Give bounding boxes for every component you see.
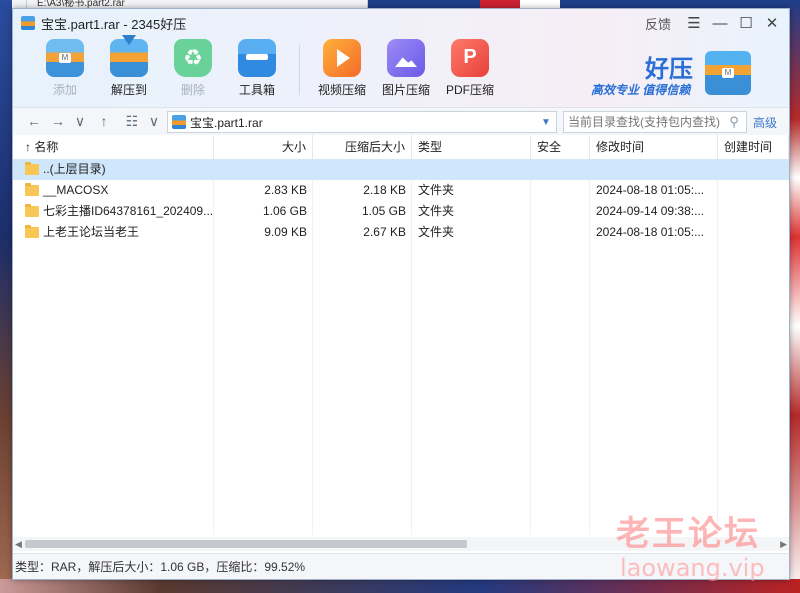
close-icon[interactable]: ✕ [761, 13, 783, 33]
archive-window: 宝宝.part1.rar - 2345好压 反馈 ☰ — ☐ ✕ 添加 解压到 … [12, 8, 790, 580]
delete-button[interactable]: 删除 [161, 39, 225, 98]
view-dropdown-icon[interactable]: ∨ [145, 112, 163, 130]
path-dropdown-icon[interactable]: ▼ [536, 117, 556, 128]
video-play-icon [323, 39, 361, 77]
folder-icon [25, 162, 39, 175]
recycle-icon [174, 39, 212, 77]
history-dropdown-icon[interactable]: ∨ [71, 112, 89, 130]
modified-cell: 2024-09-14 09:38:... [596, 204, 705, 218]
column-header-name[interactable]: ↑ 名称 [13, 135, 214, 159]
column-header-type[interactable]: 类型 [412, 135, 531, 159]
add-archive-icon [46, 39, 84, 77]
name-cell: ..(上层目录) [19, 159, 214, 180]
column-header-size[interactable]: 大小 [214, 135, 313, 159]
type-cell: 文件夹 [418, 183, 455, 197]
table-row[interactable]: 上老王论坛当老王 9.09 KB 2.67 KB 文件夹 2024-08-18 … [13, 222, 789, 243]
path-field[interactable]: 宝宝.part1.rar ▼ [167, 111, 557, 133]
scroll-left-icon[interactable]: ◀ [15, 537, 22, 551]
column-header-security[interactable]: 安全 [531, 135, 590, 159]
pdf-icon [451, 39, 489, 77]
forward-arrow-icon[interactable]: → [49, 112, 67, 130]
top-toolbar-area: 宝宝.part1.rar - 2345好压 反馈 ☰ — ☐ ✕ 添加 解压到 … [13, 9, 789, 107]
column-header-created[interactable]: 创建时间 [718, 135, 789, 159]
table-header: ↑ 名称 大小 压缩后大小 类型 安全 修改时间 创建时间 [13, 135, 789, 160]
toolbox-button[interactable]: 工具箱 [225, 39, 289, 98]
folder-icon [25, 225, 39, 238]
archive-icon [172, 115, 186, 129]
toolbox-icon [238, 39, 276, 77]
modified-cell: 2024-08-18 01:05:... [596, 183, 705, 197]
video-compress-label: 视频压缩 [317, 83, 366, 97]
app-logo-icon [21, 16, 35, 30]
image-icon [387, 39, 425, 77]
packed-size-cell: 1.05 GB [361, 204, 406, 218]
add-button[interactable]: 添加 [33, 39, 97, 98]
scrollbar-thumb[interactable] [25, 540, 467, 548]
maximize-icon[interactable]: ☐ [735, 13, 757, 33]
desktop-background-left [0, 0, 12, 593]
extract-label: 解压到 [110, 83, 147, 97]
minimize-icon[interactable]: — [709, 13, 731, 33]
title-bar: 宝宝.part1.rar - 2345好压 [21, 15, 187, 32]
toolbar-divider [299, 45, 300, 95]
size-cell: 9.09 KB [264, 225, 307, 239]
advanced-search-link[interactable]: 高级 [753, 114, 777, 131]
search-input[interactable] [564, 114, 724, 130]
file-list: ↑ 名称 大小 压缩后大小 类型 安全 修改时间 创建时间 ..(上层目录) _… [13, 135, 789, 535]
folder-icon [25, 183, 39, 196]
search-box: ⚲ [563, 111, 747, 133]
sort-ascending-icon: ↑ [25, 140, 31, 154]
file-name: __MACOSX [43, 183, 109, 197]
window-controls: 反馈 ☰ — ☐ ✕ [645, 13, 783, 33]
name-cell: __MACOSX [19, 180, 214, 201]
toolbox-label: 工具箱 [238, 83, 275, 97]
folder-icon [25, 204, 39, 217]
status-bar: 类型：RAR，解压后大小：1.06 GB，压缩比：99.52% [13, 553, 789, 579]
table-row[interactable]: 七彩主播ID64378161_202409... 1.06 GB 1.05 GB… [13, 201, 789, 222]
brand-logo: 好压 高效专业 值得信赖 [591, 49, 781, 99]
pdf-compress-button[interactable]: PDF压缩 [438, 39, 502, 98]
column-header-modified[interactable]: 修改时间 [590, 135, 718, 159]
add-label: 添加 [52, 83, 77, 97]
window-title: 宝宝.part1.rar - 2345好压 [41, 16, 187, 32]
size-cell: 2.83 KB [264, 183, 307, 197]
delete-label: 删除 [180, 83, 205, 97]
size-cell: 1.06 GB [262, 204, 307, 218]
type-cell: 文件夹 [418, 204, 455, 218]
image-compress-button[interactable]: 图片压缩 [374, 39, 438, 98]
feedback-button[interactable]: 反馈 [645, 14, 671, 33]
name-cell: 七彩主播ID64378161_202409... [19, 201, 214, 222]
brand-name: 好压 [645, 55, 693, 83]
packed-size-cell: 2.67 KB [363, 225, 406, 239]
scroll-right-icon[interactable]: ▶ [780, 537, 787, 551]
search-icon[interactable]: ⚲ [724, 114, 744, 130]
path-text: 宝宝.part1.rar [190, 115, 263, 130]
table-row[interactable]: ..(上层目录) [13, 159, 789, 180]
pdf-compress-label: PDF压缩 [445, 83, 494, 97]
file-name: 七彩主播ID64378161_202409... [43, 204, 214, 218]
horizontal-scrollbar[interactable]: ◀ ▶ [13, 537, 789, 551]
packed-size-cell: 2.18 KB [363, 183, 406, 197]
toolbar: 添加 解压到 删除 工具箱 视频压缩 图片压缩 [33, 39, 502, 98]
menu-icon[interactable]: ☰ [683, 13, 705, 33]
file-name: ..(上层目录) [43, 162, 106, 176]
table-row[interactable]: __MACOSX 2.83 KB 2.18 KB 文件夹 2024-08-18 … [13, 180, 789, 201]
video-compress-button[interactable]: 视频压缩 [310, 39, 374, 98]
extract-button[interactable]: 解压到 [97, 39, 161, 98]
brand-slogan: 高效专业 值得信赖 [591, 83, 691, 97]
file-name: 上老王论坛当老王 [43, 225, 140, 239]
back-arrow-icon[interactable]: ← [25, 112, 43, 130]
up-arrow-icon[interactable]: ↑ [95, 112, 113, 130]
brand-box-icon [705, 51, 751, 95]
column-header-packed[interactable]: 压缩后大小 [313, 135, 412, 159]
modified-cell: 2024-08-18 01:05:... [596, 225, 705, 239]
column-name-label: 名称 [34, 140, 59, 154]
view-mode-icon[interactable]: ☷ [123, 112, 141, 130]
image-compress-label: 图片压缩 [381, 83, 430, 97]
name-cell: 上老王论坛当老王 [19, 222, 214, 243]
extract-icon [110, 39, 148, 77]
navigation-bar: ← → ∨ ↑ ☷ ∨ 宝宝.part1.rar ▼ ⚲ 高级 [13, 107, 789, 136]
type-cell: 文件夹 [418, 225, 455, 239]
desktop-background-bottom [0, 579, 800, 593]
